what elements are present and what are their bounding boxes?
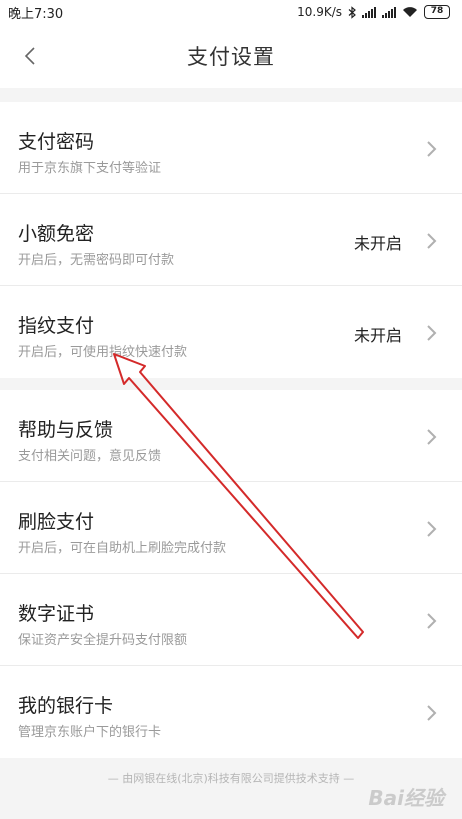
back-button[interactable] xyxy=(12,38,48,74)
bluetooth-icon xyxy=(348,5,356,19)
row-subtitle: 开启后，无需密码即可付款 xyxy=(18,253,175,268)
row-title: 数字证书 xyxy=(18,603,95,625)
settings-row-digital-certificate[interactable]: 数字证书 保证资产安全提升码支付限额 xyxy=(0,574,462,666)
settings-row-fingerprint-pay[interactable]: 指纹支付 开启后，可使用指纹快速付款 未开启 xyxy=(0,286,462,378)
row-subtitle: 开启后，可使用指纹快速付款 xyxy=(18,345,188,360)
status-bar: 晚上7:30 10.9K/s 78 xyxy=(0,0,462,24)
row-status: 未开启 xyxy=(353,234,402,253)
page-title: 支付设置 xyxy=(187,45,275,69)
status-time: 晚上7:30 xyxy=(8,6,64,22)
row-title: 指纹支付 xyxy=(18,315,95,337)
settings-row-face-pay[interactable]: 刷脸支付 开启后，可在自助机上刷脸完成付款 xyxy=(0,482,462,574)
battery-icon: 78 xyxy=(424,5,450,19)
row-title: 支付密码 xyxy=(18,131,95,153)
row-title: 小额免密 xyxy=(18,223,95,245)
row-subtitle: 支付相关问题，意见反馈 xyxy=(18,449,162,464)
chevron-right-icon xyxy=(427,705,437,721)
wifi-icon xyxy=(403,7,417,17)
settings-row-small-password-free[interactable]: 小额免密 开启后，无需密码即可付款 未开启 xyxy=(0,194,462,286)
settings-group-1: 支付密码 用于京东旗下支付等验证 小额免密 开启后，无需密码即可付款 未开启 指… xyxy=(0,102,462,378)
settings-row-bank-cards[interactable]: 我的银行卡 管理京东账户下的银行卡 xyxy=(0,666,462,758)
row-status: 未开启 xyxy=(353,326,402,345)
watermark-logo: Bai经验 xyxy=(368,786,444,810)
signal-icon xyxy=(382,6,396,18)
row-subtitle: 管理京东账户下的银行卡 xyxy=(18,725,162,740)
row-title: 我的银行卡 xyxy=(18,695,114,717)
chevron-right-icon xyxy=(427,429,437,445)
chevron-right-icon xyxy=(427,233,437,249)
row-subtitle: 开启后，可在自助机上刷脸完成付款 xyxy=(18,541,227,556)
chevron-left-icon xyxy=(24,47,35,65)
chevron-right-icon xyxy=(427,521,437,537)
signal-icon xyxy=(362,6,376,18)
row-title: 刷脸支付 xyxy=(18,511,95,533)
settings-row-payment-password[interactable]: 支付密码 用于京东旗下支付等验证 xyxy=(0,102,462,194)
row-title: 帮助与反馈 xyxy=(18,419,114,441)
chevron-right-icon xyxy=(427,141,437,157)
settings-row-help-feedback[interactable]: 帮助与反馈 支付相关问题，意见反馈 xyxy=(0,390,462,482)
title-bar: 支付设置 xyxy=(0,24,462,88)
chevron-right-icon xyxy=(427,613,437,629)
chevron-right-icon xyxy=(427,325,437,341)
network-speed: 10.9K/s xyxy=(297,5,342,19)
status-icons: 10.9K/s 78 xyxy=(297,5,450,19)
row-subtitle: 保证资产安全提升码支付限额 xyxy=(18,633,188,648)
row-subtitle: 用于京东旗下支付等验证 xyxy=(18,161,162,176)
settings-group-2: 帮助与反馈 支付相关问题，意见反馈 刷脸支付 开启后，可在自助机上刷脸完成付款 … xyxy=(0,390,462,758)
